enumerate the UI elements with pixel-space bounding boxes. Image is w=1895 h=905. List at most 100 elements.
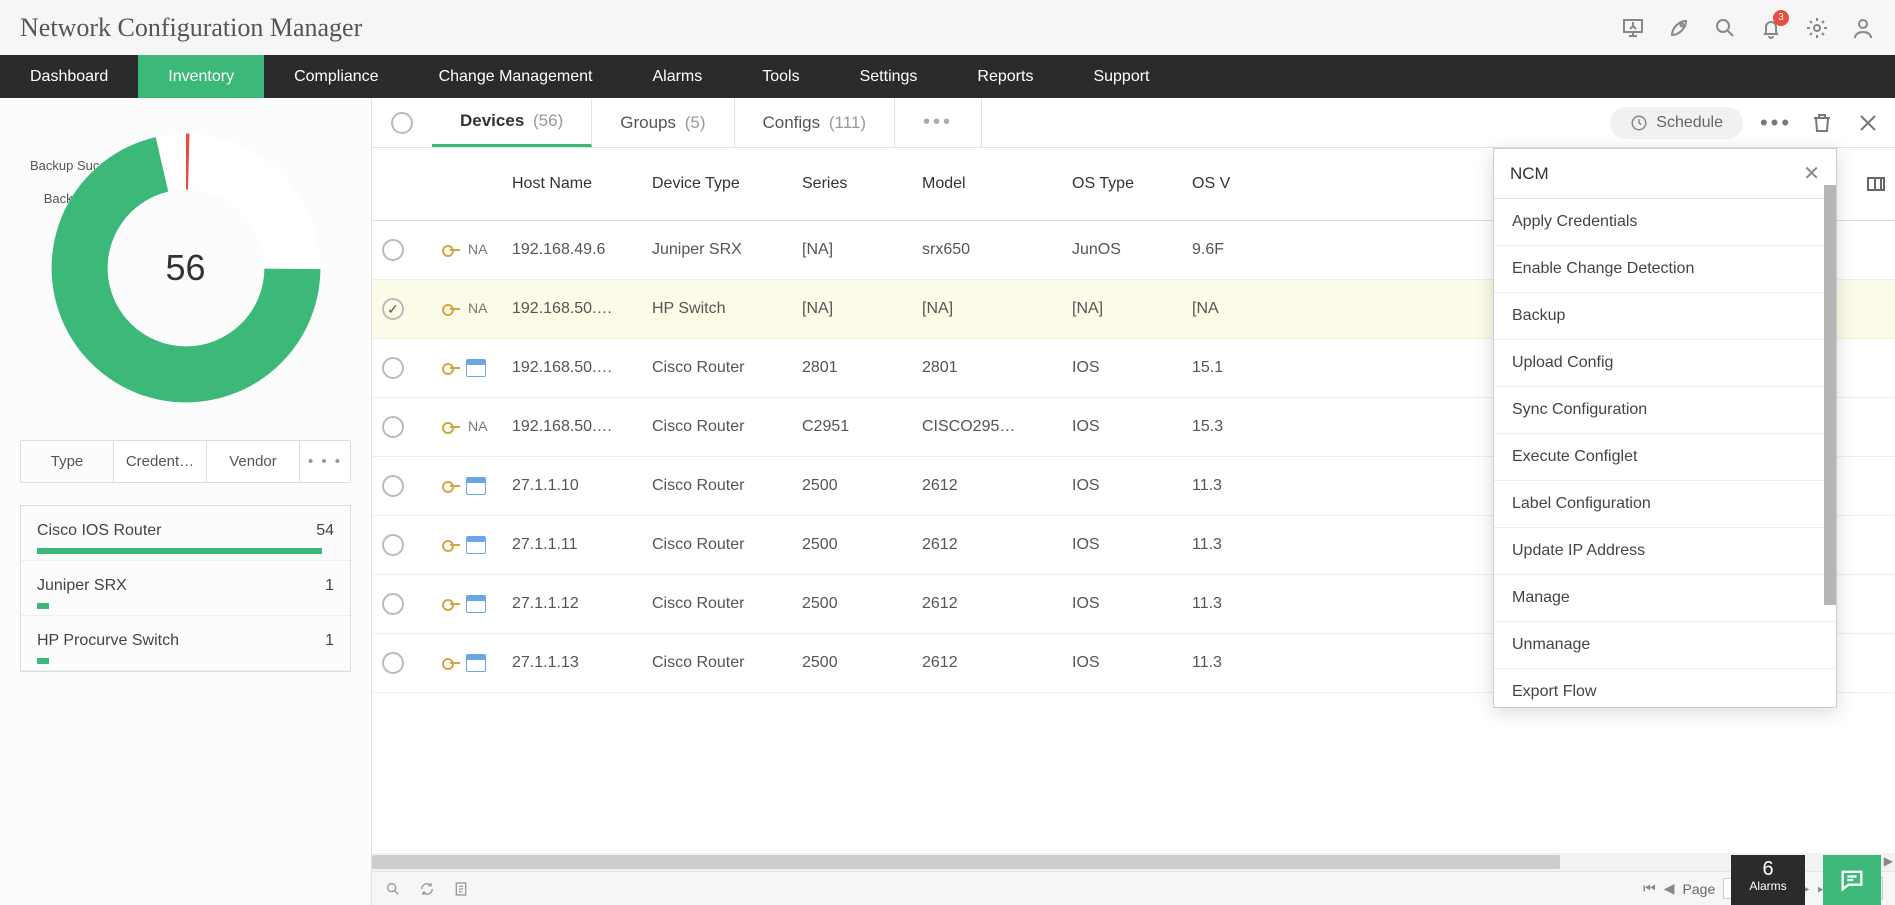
cell-devicetype: Cisco Router xyxy=(642,339,792,398)
nav-item-change-management[interactable]: Change Management xyxy=(409,55,623,98)
donut-center-count: 56 xyxy=(165,247,205,289)
row-checkbox[interactable] xyxy=(382,416,404,438)
gear-icon[interactable] xyxy=(1805,16,1829,40)
hscroll-right-arrow[interactable]: ▶ xyxy=(1884,854,1893,868)
alarms-float-button[interactable]: 6 Alarms xyxy=(1731,855,1805,905)
pager-page-label: Page xyxy=(1683,881,1716,897)
content-tab-groups[interactable]: Groups (5) xyxy=(592,98,734,147)
cell-devicetype: Cisco Router xyxy=(642,398,792,457)
nav-item-dashboard[interactable]: Dashboard xyxy=(0,55,138,98)
search-icon[interactable] xyxy=(1713,16,1737,40)
horizontal-scrollbar[interactable]: ▶ xyxy=(372,853,1895,871)
ncm-item-export-flow[interactable]: Export Flow xyxy=(1494,669,1836,707)
trash-icon[interactable] xyxy=(1809,110,1835,136)
content-tab-devices[interactable]: Devices (56) xyxy=(432,98,592,147)
cell-model: 2612 xyxy=(912,516,1062,575)
footer-export-icon[interactable] xyxy=(452,880,470,898)
nav-item-tools[interactable]: Tools xyxy=(732,55,829,98)
ncm-item-execute-configlet[interactable]: Execute Configlet xyxy=(1494,434,1836,481)
col-blank-0[interactable] xyxy=(372,148,432,221)
ncm-item-upload-config[interactable]: Upload Config xyxy=(1494,340,1836,387)
type-row[interactable]: HP Procurve Switch1 xyxy=(21,616,350,671)
credentials-icon xyxy=(442,654,462,672)
cell-ostype: IOS xyxy=(1062,575,1182,634)
nav-item-reports[interactable]: Reports xyxy=(947,55,1063,98)
select-all-checkbox[interactable] xyxy=(391,112,413,134)
cell-hostname: 27.1.1.13 xyxy=(502,634,642,693)
cell-model: 2612 xyxy=(912,575,1062,634)
ncm-scrollbar-thumb[interactable] xyxy=(1824,185,1836,605)
backup-donut-area: Backup Success Backup Failed 56 xyxy=(0,98,371,428)
row-checkbox[interactable] xyxy=(382,475,404,497)
row-checkbox[interactable] xyxy=(382,298,404,320)
ncm-item-apply-credentials[interactable]: Apply Credentials xyxy=(1494,199,1836,246)
alarms-label: Alarms xyxy=(1731,879,1805,893)
alarms-count: 6 xyxy=(1731,859,1805,879)
row-checkbox[interactable] xyxy=(382,357,404,379)
col-Model[interactable]: Model xyxy=(912,148,1062,221)
nav-item-compliance[interactable]: Compliance xyxy=(264,55,408,98)
credentials-icon xyxy=(442,477,462,495)
more-actions-icon[interactable]: ••• xyxy=(1763,110,1789,136)
nav-item-support[interactable]: Support xyxy=(1063,55,1179,98)
ncm-item-enable-change-detection[interactable]: Enable Change Detection xyxy=(1494,246,1836,293)
type-row[interactable]: Juniper SRX1 xyxy=(21,561,350,616)
ncm-item-update-ip-address[interactable]: Update IP Address xyxy=(1494,528,1836,575)
credentials-icon xyxy=(442,418,462,436)
nav-item-settings[interactable]: Settings xyxy=(830,55,948,98)
config-doc-icon xyxy=(466,536,486,554)
user-avatar-icon[interactable] xyxy=(1851,16,1875,40)
ncm-item-unmanage[interactable]: Unmanage xyxy=(1494,622,1836,669)
sidebar-tab-credent[interactable]: Credent… xyxy=(114,441,207,482)
row-checkbox[interactable] xyxy=(382,593,404,615)
type-row[interactable]: Cisco IOS Router54 xyxy=(21,506,350,561)
footer-search-icon[interactable] xyxy=(384,880,402,898)
col-Series[interactable]: Series xyxy=(792,148,912,221)
na-badge: NA xyxy=(468,241,487,259)
cell-osver: 11.3 xyxy=(1182,516,1262,575)
col-Device Type[interactable]: Device Type xyxy=(642,148,792,221)
donut-chart[interactable]: 56 xyxy=(46,128,326,408)
col-OS V[interactable]: OS V xyxy=(1182,148,1262,221)
ncm-item-backup[interactable]: Backup xyxy=(1494,293,1836,340)
col-Host Name[interactable]: Host Name xyxy=(502,148,642,221)
credentials-icon xyxy=(442,536,462,554)
presentation-icon[interactable] xyxy=(1621,16,1645,40)
tabs-more-button[interactable]: ••• xyxy=(895,98,982,147)
footer-refresh-icon[interactable] xyxy=(418,880,436,898)
app-title: Network Configuration Manager xyxy=(20,13,362,43)
content-tab-configs[interactable]: Configs (111) xyxy=(735,98,896,147)
nav-item-inventory[interactable]: Inventory xyxy=(138,55,264,98)
bell-icon[interactable]: 3 xyxy=(1759,16,1783,40)
cell-ostype: IOS xyxy=(1062,516,1182,575)
ncm-item-manage[interactable]: Manage xyxy=(1494,575,1836,622)
rocket-icon[interactable] xyxy=(1667,16,1691,40)
pager-prev[interactable]: ◀ xyxy=(1664,880,1675,897)
row-checkbox[interactable] xyxy=(382,652,404,674)
cell-ostype: IOS xyxy=(1062,457,1182,516)
cell-osver: 11.3 xyxy=(1182,634,1262,693)
chat-float-button[interactable] xyxy=(1823,855,1881,905)
ncm-item-label-configuration[interactable]: Label Configuration xyxy=(1494,481,1836,528)
col-OS Type[interactable]: OS Type xyxy=(1062,148,1182,221)
col-blank-1[interactable] xyxy=(432,148,502,221)
sidebar-tab-type[interactable]: Type xyxy=(21,441,114,482)
ncm-close-icon[interactable]: ✕ xyxy=(1803,161,1820,186)
sidebar-tab-vendor[interactable]: Vendor xyxy=(207,441,300,482)
schedule-button[interactable]: Schedule xyxy=(1610,107,1743,139)
cell-devicetype: Juniper SRX xyxy=(642,221,792,280)
sidebar-tab-more[interactable]: • • • xyxy=(300,441,350,482)
cell-devicetype: Cisco Router xyxy=(642,634,792,693)
cell-ostype: [NA] xyxy=(1062,280,1182,339)
pager-first[interactable]: ⏮ xyxy=(1643,880,1656,897)
close-panel-icon[interactable] xyxy=(1855,110,1881,136)
column-picker-icon[interactable] xyxy=(1867,177,1885,191)
cell-model: 2801 xyxy=(912,339,1062,398)
cell-hostname: 27.1.1.10 xyxy=(502,457,642,516)
row-checkbox[interactable] xyxy=(382,239,404,261)
ncm-item-sync-configuration[interactable]: Sync Configuration xyxy=(1494,387,1836,434)
row-checkbox[interactable] xyxy=(382,534,404,556)
hscroll-thumb[interactable] xyxy=(372,855,1560,869)
cell-devicetype: HP Switch xyxy=(642,280,792,339)
nav-item-alarms[interactable]: Alarms xyxy=(622,55,732,98)
